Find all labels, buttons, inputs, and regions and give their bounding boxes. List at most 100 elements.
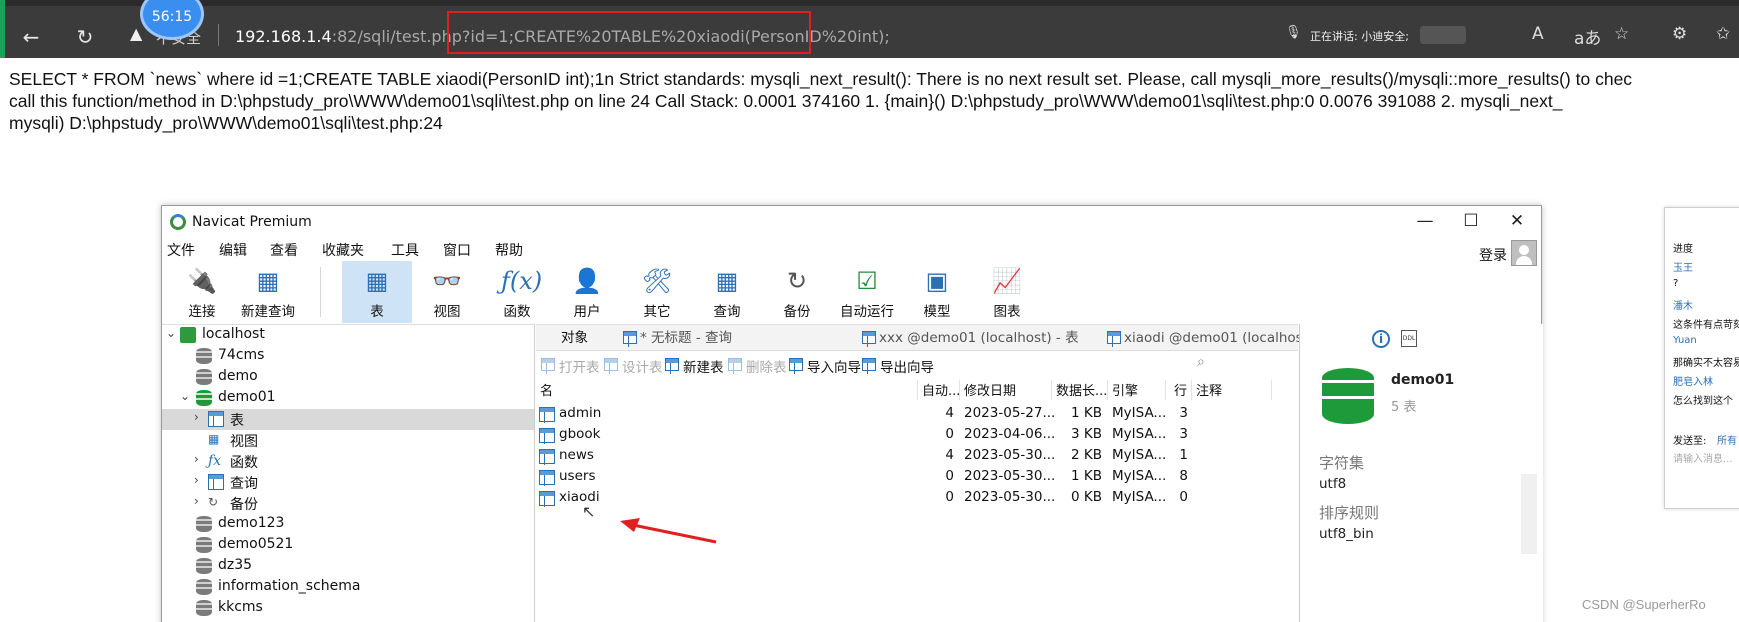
tree-item-functions[interactable]: › ƒx 函数	[162, 451, 534, 472]
close-button[interactable]: ✕	[1499, 210, 1535, 232]
tree-item-database[interactable]: dz35	[162, 556, 534, 577]
chart-button[interactable]: 📈 图表	[972, 261, 1042, 323]
tree-item-demo01[interactable]: ⌄ demo01	[162, 388, 534, 409]
tree-item-database[interactable]: demo	[162, 367, 534, 388]
menu-tools[interactable]: 工具	[391, 240, 419, 260]
tree-item-database[interactable]: demo123	[162, 514, 534, 535]
tree-item-database[interactable]: kkcms	[162, 598, 534, 619]
view-icon: ▦	[208, 432, 220, 446]
backup-button[interactable]: ↻ 备份	[762, 261, 832, 323]
translate-icon[interactable]: aあ	[1574, 24, 1601, 49]
design-table-button[interactable]: 设计表	[603, 356, 663, 376]
database-icon	[196, 369, 212, 385]
tree-item-views[interactable]: ▦ 视图	[162, 430, 534, 451]
menu-help[interactable]: 帮助	[495, 240, 523, 260]
new-query-button[interactable]: ▦ 新建查询	[233, 261, 303, 323]
table-icon	[208, 411, 224, 427]
chat-input[interactable]: 请输入消息...	[1673, 450, 1733, 465]
column-header-name[interactable]: 名	[536, 380, 918, 400]
import-icon	[789, 358, 803, 374]
arrow-shaft	[627, 522, 717, 544]
table-button[interactable]: ▦ 表	[342, 261, 412, 323]
collapse-arrow-icon[interactable]: ⌄	[166, 326, 176, 340]
table-row[interactable]: xiaodi 0 2023-05-30... 0 KB MyISA... 0	[536, 489, 1298, 508]
tree-item-tables[interactable]: › 表	[162, 409, 534, 430]
database-icon	[196, 579, 212, 595]
window-edge-accent	[0, 0, 5, 58]
tree-item-database[interactable]: information_schema	[162, 577, 534, 598]
view-button[interactable]: 👓 视图	[412, 261, 482, 323]
database-icon	[196, 558, 212, 574]
database-icon	[196, 600, 212, 616]
column-header-rows[interactable]: 行	[1166, 380, 1192, 400]
collapse-arrow-icon[interactable]: ⌄	[180, 389, 190, 403]
tree-item-database[interactable]: 74cms	[162, 346, 534, 367]
tree-item-backups[interactable]: › ↻ 备份	[162, 493, 534, 514]
delete-table-button[interactable]: 删除表	[727, 356, 787, 376]
maximize-button[interactable]: ☐	[1453, 210, 1489, 232]
warning-icon[interactable]: ▲	[130, 24, 142, 43]
column-header-data-length[interactable]: 数据长...	[1052, 380, 1108, 400]
menu-view[interactable]: 查看	[270, 240, 298, 260]
table-row[interactable]: admin 4 2023-05-27... 1 KB MyISA... 3	[536, 405, 1298, 424]
export-wizard-button[interactable]: 导出向导	[861, 356, 934, 376]
database-large-icon	[1322, 368, 1374, 424]
query-icon	[208, 474, 224, 490]
extensions-icon[interactable]: ⚙	[1672, 24, 1687, 44]
database-icon	[196, 537, 212, 553]
automation-button[interactable]: ☑ 自动运行	[832, 261, 902, 323]
table-row[interactable]: users 0 2023-05-30... 1 KB MyISA... 8	[536, 468, 1298, 487]
chat-user: 潘木	[1673, 301, 1693, 312]
backup-icon: ↻	[786, 267, 808, 295]
new-table-button[interactable]: 新建表	[664, 356, 724, 376]
favorites-bar-icon[interactable]: ✩	[1716, 24, 1730, 44]
favorite-icon[interactable]: ☆	[1614, 24, 1629, 44]
info-scrollbar[interactable]	[1521, 474, 1537, 554]
minimize-button[interactable]: —	[1407, 210, 1443, 232]
open-table-button[interactable]: 打开表	[540, 356, 600, 376]
column-header-engine[interactable]: 引擎	[1108, 380, 1166, 400]
query-button[interactable]: ▦ 查询	[692, 261, 762, 323]
ddl-icon[interactable]: DDL	[1401, 330, 1417, 347]
expand-arrow-icon[interactable]: ›	[194, 410, 199, 424]
menu-edit[interactable]: 编辑	[219, 240, 247, 260]
mouse-cursor-icon: ↖	[582, 502, 596, 521]
tab-objects[interactable]: 对象	[561, 325, 588, 351]
expand-arrow-icon[interactable]: ›	[194, 473, 199, 487]
tree-item-localhost[interactable]: ⌄ localhost	[162, 325, 534, 346]
menu-favorites[interactable]: 收藏夹	[322, 240, 364, 260]
connection-button[interactable]: 🔌 连接	[167, 261, 237, 323]
chat-user: Yuan	[1673, 335, 1697, 346]
column-header-comment[interactable]: 注释	[1192, 380, 1272, 400]
tree-item-queries[interactable]: › 查询	[162, 472, 534, 493]
import-wizard-button[interactable]: 导入向导	[788, 356, 861, 376]
user-button[interactable]: 👤 用户	[552, 261, 622, 323]
search-icon[interactable]: ⌕	[1197, 354, 1205, 370]
menu-bar: 文件 编辑 查看 收藏夹 工具 窗口 帮助	[162, 238, 1541, 260]
view-icon: 👓	[432, 267, 462, 295]
table-row[interactable]: news 4 2023-05-30... 2 KB MyISA... 1	[536, 447, 1298, 466]
info-icon[interactable]: i	[1372, 330, 1390, 348]
expand-arrow-icon[interactable]: ›	[194, 494, 199, 508]
tab-query[interactable]: * 无标题 - 查询	[620, 325, 732, 351]
menu-window[interactable]: 窗口	[443, 240, 471, 260]
tree-item-database[interactable]: demo0521	[162, 535, 534, 556]
other-button[interactable]: 🛠 其它	[622, 261, 692, 323]
read-aloud-icon[interactable]: A	[1532, 24, 1544, 44]
model-icon: ▣	[925, 267, 949, 295]
highlight-box	[447, 11, 811, 54]
back-icon[interactable]: ←	[18, 24, 44, 50]
tab-table-xxx[interactable]: xxx @demo01 (localhost) - 表	[859, 325, 1079, 351]
table-row[interactable]: gbook 0 2023-04-06... 3 KB MyISA... 3	[536, 426, 1298, 445]
column-header-auto-increment[interactable]: 自动...	[918, 380, 960, 400]
chat-line: 进度	[1673, 244, 1693, 255]
send-to-target[interactable]: 所有	[1717, 432, 1737, 447]
refresh-icon[interactable]: ↻	[72, 24, 98, 50]
connection-icon	[180, 327, 196, 343]
model-button[interactable]: ▣ 模型	[902, 261, 972, 323]
expand-arrow-icon[interactable]: ›	[194, 452, 199, 466]
function-button[interactable]: ƒ(x) 函数	[482, 261, 552, 323]
column-header-modified-date[interactable]: 修改日期	[960, 380, 1052, 400]
watermark: CSDN @SuperherRo	[1582, 597, 1706, 612]
menu-file[interactable]: 文件	[167, 240, 195, 260]
